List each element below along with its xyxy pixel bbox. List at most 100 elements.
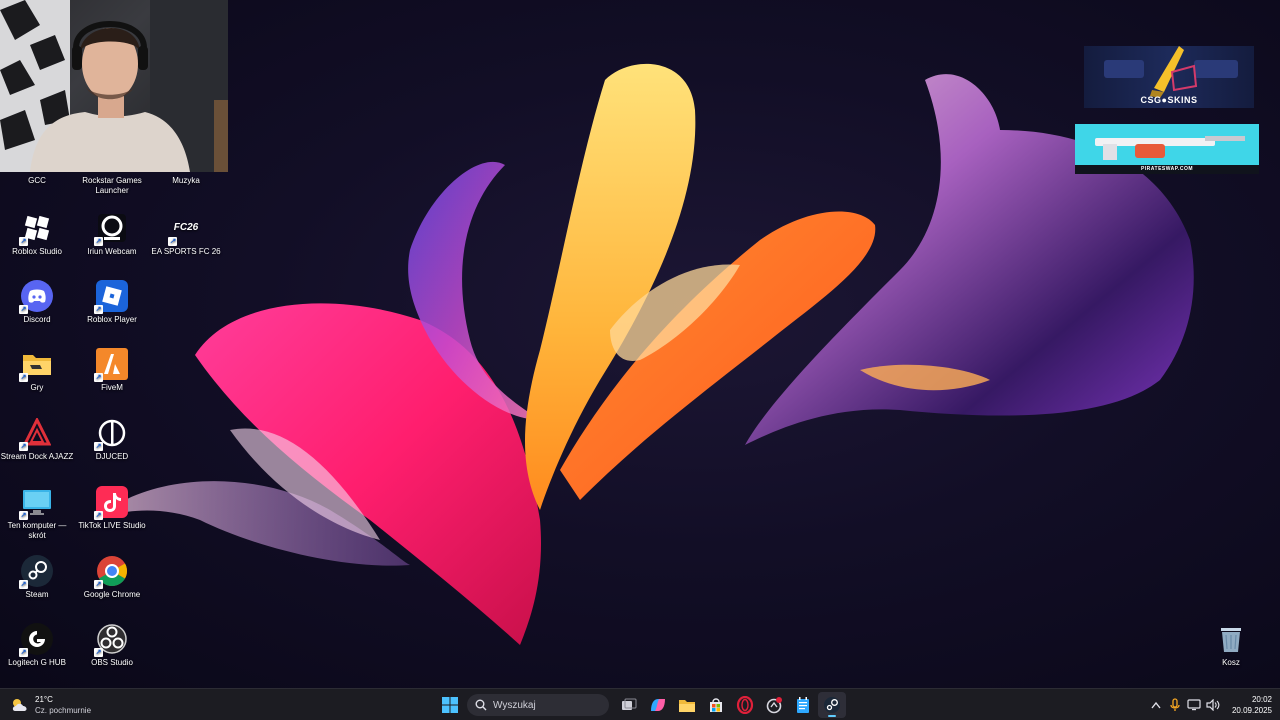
clock-time: 20:02 bbox=[1251, 695, 1272, 704]
taskbar-file-explorer[interactable] bbox=[673, 692, 701, 718]
desktop-icon-label: Google Chrome bbox=[83, 590, 141, 599]
desktop-icon-ea-fc[interactable]: FC26 ↗ EA SPORTS FC 26 bbox=[149, 212, 223, 257]
chevron-up-icon bbox=[1151, 701, 1161, 709]
desktop-icon-iriun-webcam[interactable]: ↗ Iriun Webcam bbox=[75, 212, 149, 257]
desktop-icon-logitech[interactable]: ↗ Logitech G HUB bbox=[0, 623, 74, 668]
desktop-icon-label: Rockstar Games Launcher bbox=[82, 176, 142, 195]
shortcut-arrow-icon: ↗ bbox=[94, 580, 103, 589]
desktop-icon-label: Ten komputer — skrót bbox=[7, 521, 67, 540]
steam-icon bbox=[824, 697, 840, 713]
shortcut-arrow-icon: ↗ bbox=[94, 511, 103, 520]
recycle-bin-icon bbox=[1215, 623, 1247, 655]
chrome-icon: ↗ bbox=[94, 555, 128, 589]
folder-icon bbox=[679, 699, 695, 712]
desktop-icon-chrome[interactable]: ↗ Google Chrome bbox=[75, 555, 149, 600]
webcam-overlay bbox=[0, 0, 228, 172]
taskbar-steam[interactable] bbox=[818, 692, 846, 718]
desktop-icon-label: Steam bbox=[25, 590, 49, 599]
taskbar-notepad[interactable] bbox=[789, 692, 817, 718]
desktop-icon-label: Discord bbox=[23, 315, 51, 324]
taskbar-store[interactable] bbox=[702, 692, 730, 718]
desktop-icon-steam[interactable]: ↗ Steam bbox=[0, 555, 74, 600]
desktop-icon-roblox-studio[interactable]: ↗ Roblox Studio bbox=[0, 212, 74, 257]
desktop-icon-fivem[interactable]: ↗ FiveM bbox=[75, 348, 149, 393]
desktop-icon-label: DJUCED bbox=[95, 452, 129, 461]
desktop-icon-roblox-player[interactable]: ↗ Roblox Player bbox=[75, 280, 149, 325]
shortcut-arrow-icon: ↗ bbox=[94, 305, 103, 314]
shortcut-arrow-icon: ↗ bbox=[94, 442, 103, 451]
djuced-icon: ↗ bbox=[94, 417, 128, 451]
notepad-icon bbox=[797, 696, 809, 713]
desktop-icon-this-pc[interactable]: ↗ Ten komputer — skrót bbox=[0, 486, 74, 541]
desktop-icon-label: OBS Studio bbox=[91, 658, 133, 667]
clock-date: 20.09.2025 bbox=[1231, 706, 1272, 715]
desktop-icon-label: Iriun Webcam bbox=[87, 247, 137, 256]
pirateswap-label: PIRATESWAP.COM bbox=[1075, 165, 1259, 174]
shortcut-arrow-icon: ↗ bbox=[94, 648, 103, 657]
shortcut-arrow-icon: ↗ bbox=[19, 511, 28, 520]
shortcut-arrow-icon: ↗ bbox=[19, 237, 28, 246]
opera-gx-icon bbox=[736, 696, 754, 714]
desktop-icon-label: EA SPORTS FC 26 bbox=[151, 247, 221, 256]
logitech-icon: ↗ bbox=[19, 623, 53, 657]
desktop-icon-stream-dock[interactable]: ↗ Stream Dock AJAZZ bbox=[0, 417, 74, 462]
desktop-icon-obs[interactable]: ↗ OBS Studio bbox=[75, 623, 149, 668]
desktop-icon-label: FiveM bbox=[101, 383, 123, 392]
desktop-icon-label: Kosz bbox=[1222, 658, 1240, 667]
taskbar-search[interactable]: Wyszukaj bbox=[467, 694, 609, 716]
desktop-icon-label: Muzyka bbox=[172, 176, 200, 185]
taskbar-opera[interactable] bbox=[731, 692, 759, 718]
desktop-icon-discord[interactable]: ↗ Discord bbox=[0, 280, 74, 325]
shortcut-arrow-icon: ↗ bbox=[94, 373, 103, 382]
csgo-skins-label: CSG●SKINS bbox=[1140, 95, 1198, 105]
copilot-icon bbox=[651, 699, 665, 711]
weather-widget[interactable]: 21°C Cz. pochmurnie bbox=[10, 693, 91, 717]
cloudy-weather-icon bbox=[10, 697, 30, 713]
desktop-icon-label: Gry bbox=[30, 383, 44, 392]
store-icon bbox=[710, 698, 722, 712]
fivem-icon: ↗ bbox=[94, 348, 128, 382]
task-view-icon bbox=[622, 698, 637, 710]
pirateswap-banner[interactable]: PIRATESWAP.COM bbox=[1075, 124, 1259, 174]
system-tray: 20:02 20.09.2025 bbox=[1146, 693, 1272, 717]
tray-volume[interactable] bbox=[1204, 696, 1222, 714]
desktop-icon-tiktok-live[interactable]: ↗ TikTok LIVE Studio bbox=[75, 486, 149, 531]
taskbar-clock[interactable]: 20:02 20.09.2025 bbox=[1232, 694, 1272, 716]
taskbar-copilot[interactable] bbox=[644, 692, 672, 718]
tray-overflow-button[interactable] bbox=[1147, 696, 1165, 714]
microphone-icon bbox=[1170, 698, 1180, 711]
desktop-icon-recycle-bin[interactable]: Kosz bbox=[1194, 623, 1268, 668]
tray-microphone[interactable] bbox=[1166, 696, 1184, 714]
taskbar-app-notify[interactable] bbox=[760, 692, 788, 718]
desktop-icon-label: Roblox Player bbox=[87, 315, 137, 324]
desktop-icon-gcc[interactable]: GCC bbox=[0, 176, 74, 186]
weather-temp: 21°C bbox=[35, 695, 53, 704]
steam-icon: ↗ bbox=[19, 555, 53, 589]
taskbar-apps: Wyszukaj bbox=[436, 692, 847, 718]
desktop-icon-label: Logitech G HUB bbox=[8, 658, 66, 667]
roblox-studio-icon: ↗ bbox=[19, 212, 53, 246]
shortcut-arrow-icon: ↗ bbox=[94, 237, 103, 246]
task-view-button[interactable] bbox=[615, 692, 643, 718]
tray-network[interactable] bbox=[1185, 696, 1203, 714]
taskbar: 21°C Cz. pochmurnie Wyszukaj 20:02 20.09… bbox=[0, 688, 1280, 720]
desktop-icon-muzyka[interactable]: Muzyka bbox=[149, 176, 223, 186]
desktop-icon-djuced[interactable]: ↗ DJUCED bbox=[75, 417, 149, 462]
monitor-icon: ↗ bbox=[19, 486, 53, 520]
app-badge-icon bbox=[766, 697, 782, 714]
volume-icon bbox=[1206, 699, 1220, 711]
desktop-icon-rockstar[interactable]: Rockstar Games Launcher bbox=[75, 176, 149, 196]
shortcut-arrow-icon: ↗ bbox=[19, 442, 28, 451]
csgo-skins-banner[interactable]: CSG●SKINS bbox=[1084, 46, 1254, 108]
weather-desc: Cz. pochmurnie bbox=[35, 706, 92, 715]
desktop-icon-gry[interactable]: ↗ Gry bbox=[0, 348, 74, 393]
desktop-icon-label: Roblox Studio bbox=[12, 247, 62, 256]
tiktok-icon: ↗ bbox=[94, 486, 128, 520]
fc26-icon: FC26 ↗ bbox=[168, 212, 202, 246]
roblox-icon: ↗ bbox=[94, 280, 128, 314]
start-button[interactable] bbox=[436, 692, 464, 718]
stream-dock-icon: ↗ bbox=[19, 417, 53, 451]
desktop[interactable]: CSG●SKINS PIRATESWAP.COM GCC Rockstar Ga… bbox=[0, 0, 1280, 688]
webcam-icon: ↗ bbox=[94, 212, 128, 246]
search-placeholder: Wyszukaj bbox=[493, 699, 536, 711]
